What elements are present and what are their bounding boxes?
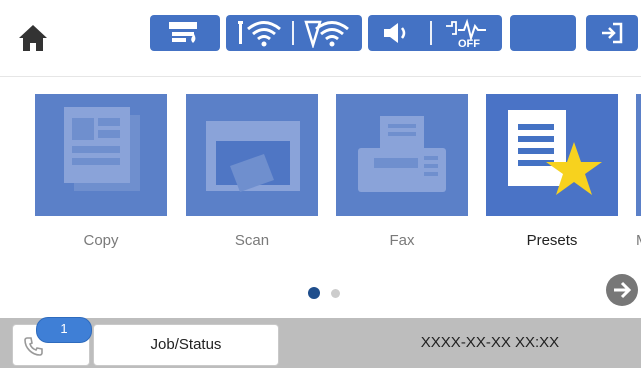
network-status-group[interactable] (226, 15, 362, 51)
partial-app-label: M (636, 232, 641, 249)
arrow-right-icon (614, 281, 632, 299)
partial-app-tile[interactable] (636, 94, 641, 216)
sleep-icon (537, 23, 547, 43)
fax-label: Fax (389, 232, 415, 249)
copy-label: Copy (83, 232, 119, 249)
top-divider (0, 76, 641, 77)
copy-tile[interactable] (35, 94, 167, 216)
logout-button[interactable] (586, 15, 638, 51)
sound-status-group[interactable]: OFF (368, 15, 502, 51)
page-dot-2[interactable] (331, 289, 340, 298)
wifi-icon (304, 20, 349, 48)
job-status-button[interactable]: Job/Status (93, 324, 279, 366)
next-page-button[interactable] (606, 274, 638, 306)
presets-icon (508, 110, 602, 195)
scan-label: Scan (234, 232, 270, 249)
presets-label: Presets (526, 232, 578, 249)
sleep-button[interactable] (510, 15, 576, 51)
copy-icon (64, 107, 140, 191)
fax-icon (358, 116, 446, 192)
logout-icon (602, 22, 623, 44)
home-icon[interactable] (15, 20, 51, 56)
wifi-direct-icon (238, 21, 281, 47)
fax-count-badge: 1 (36, 317, 92, 343)
paper-setting-icon (169, 22, 197, 43)
top-bar: OFF (0, 0, 641, 76)
presets-tile[interactable] (486, 94, 618, 216)
sound-icon (384, 23, 406, 43)
paper-setting-button[interactable] (150, 15, 220, 51)
fax-tile[interactable] (336, 94, 468, 216)
page-dot-1[interactable] (308, 287, 320, 299)
svg-text:OFF: OFF (458, 38, 480, 48)
silent-off-icon: OFF (446, 18, 486, 48)
date-time-display: XXXX-XX-XX XX:XX (420, 334, 560, 351)
scan-tile[interactable] (186, 94, 318, 216)
scan-icon (206, 121, 300, 192)
